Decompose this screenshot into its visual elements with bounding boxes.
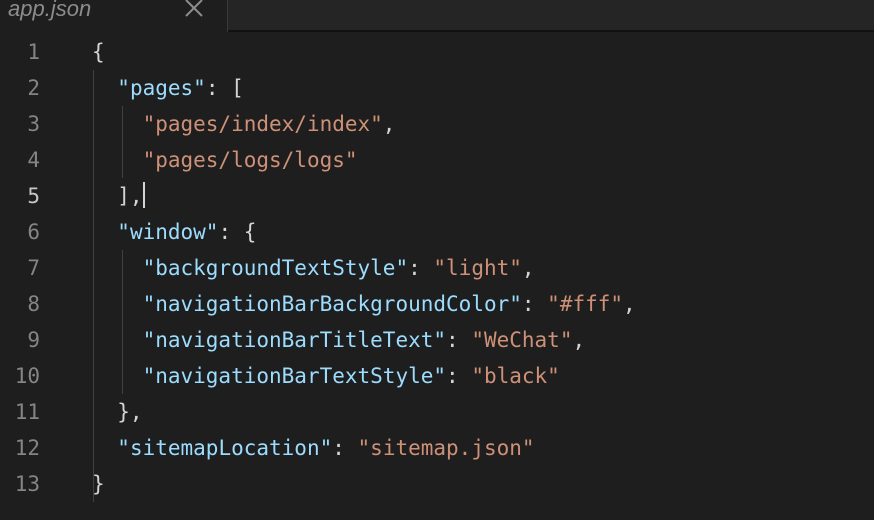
json-punctuation: :: [446, 364, 472, 388]
json-punctuation: {: [92, 40, 105, 64]
json-string: "pages/logs/logs": [142, 148, 358, 172]
json-key: "window": [117, 220, 219, 244]
json-punctuation: ,: [521, 256, 535, 280]
json-punctuation: ,: [572, 328, 586, 352]
code-line[interactable]: 2 "pages": [: [0, 70, 874, 106]
json-string: "black": [471, 364, 560, 388]
code-line[interactable]: 8 "navigationBarBackgroundColor": "#fff"…: [0, 286, 874, 322]
json-punctuation: [92, 112, 143, 136]
code-text: "pages": [: [92, 70, 244, 106]
code-line[interactable]: 9 "navigationBarTitleText": "WeChat",: [0, 322, 874, 358]
json-punctuation: }: [92, 472, 105, 496]
code-line[interactable]: 4 "pages/logs/logs": [0, 142, 874, 178]
code-line[interactable]: 5 ],: [0, 178, 874, 214]
line-number: 8: [27, 292, 40, 316]
code-text: "navigationBarBackgroundColor": "#fff",: [92, 286, 636, 322]
json-string: "#fff": [547, 292, 624, 316]
line-number: 11: [14, 400, 40, 424]
code-line[interactable]: 13}: [0, 466, 874, 502]
line-number: 5: [27, 184, 40, 208]
close-icon[interactable]: [182, 0, 206, 20]
json-punctuation: ,: [382, 112, 396, 136]
tab-title: app.json: [8, 0, 92, 21]
line-number: 13: [14, 472, 40, 496]
code-text: }: [92, 466, 105, 502]
json-key: "backgroundTextStyle": [142, 256, 409, 280]
json-string: "light": [433, 256, 522, 280]
json-punctuation: [92, 292, 143, 316]
json-key: "navigationBarTitleText": [142, 328, 447, 352]
line-number: 1: [27, 40, 40, 64]
code-text: "pages/index/index",: [92, 106, 396, 142]
tab-app-json[interactable]: app.json: [0, 0, 228, 32]
code-line[interactable]: 7 "backgroundTextStyle": "light",: [0, 250, 874, 286]
json-punctuation: [92, 328, 143, 352]
text-cursor: [142, 182, 145, 208]
line-number: 2: [27, 76, 40, 100]
json-key: "navigationBarBackgroundColor": [142, 292, 522, 316]
code-editor[interactable]: 1{2 "pages": [3 "pages/index/index", 4 "p…: [0, 34, 874, 520]
json-key: "pages": [117, 76, 206, 100]
code-line[interactable]: 6 "window": {: [0, 214, 874, 250]
json-punctuation: :: [446, 328, 472, 352]
line-number: 7: [27, 256, 40, 280]
code-text: ],: [92, 178, 145, 214]
code-line[interactable]: 11 },: [0, 394, 874, 430]
json-punctuation: },: [92, 400, 143, 424]
json-punctuation: [92, 76, 117, 100]
code-text: "pages/logs/logs": [92, 142, 358, 178]
code-text: },: [92, 394, 143, 430]
code-text: "backgroundTextStyle": "light",: [92, 250, 535, 286]
json-string: "sitemap.json": [357, 436, 535, 460]
json-punctuation: ,: [623, 292, 636, 316]
line-number: 12: [14, 436, 40, 460]
line-number: 3: [27, 112, 40, 136]
line-number: 4: [27, 148, 40, 172]
json-string: "pages/index/index": [142, 112, 383, 136]
json-punctuation: : {: [218, 220, 257, 244]
json-key: "navigationBarTextStyle": [142, 364, 447, 388]
code-text: "window": {: [92, 214, 256, 250]
code-text: "navigationBarTextStyle": "black": [92, 358, 560, 394]
code-text: "navigationBarTitleText": "WeChat",: [92, 322, 586, 358]
tab-bar: app.json: [0, 0, 874, 32]
json-punctuation: [92, 364, 143, 388]
code-line[interactable]: 10 "navigationBarTextStyle": "black": [0, 358, 874, 394]
code-text: "sitemapLocation": "sitemap.json": [92, 430, 535, 466]
code-text: {: [92, 34, 105, 70]
json-punctuation: [92, 148, 143, 172]
json-punctuation: :: [332, 436, 358, 460]
code-line[interactable]: 3 "pages/index/index",: [0, 106, 874, 142]
line-number: 6: [27, 220, 40, 244]
json-punctuation: [92, 256, 143, 280]
json-punctuation: [92, 220, 117, 244]
json-key: "sitemapLocation": [117, 436, 333, 460]
line-number: 10: [14, 364, 40, 388]
json-punctuation: [92, 436, 117, 460]
json-punctuation: : [: [205, 76, 244, 100]
json-string: "WeChat": [471, 328, 573, 352]
json-punctuation: :: [521, 292, 548, 316]
json-punctuation: ],: [92, 184, 143, 208]
line-number: 9: [27, 328, 40, 352]
json-punctuation: :: [408, 256, 434, 280]
code-line[interactable]: 1{: [0, 34, 874, 70]
code-line[interactable]: 12 "sitemapLocation": "sitemap.json": [0, 430, 874, 466]
